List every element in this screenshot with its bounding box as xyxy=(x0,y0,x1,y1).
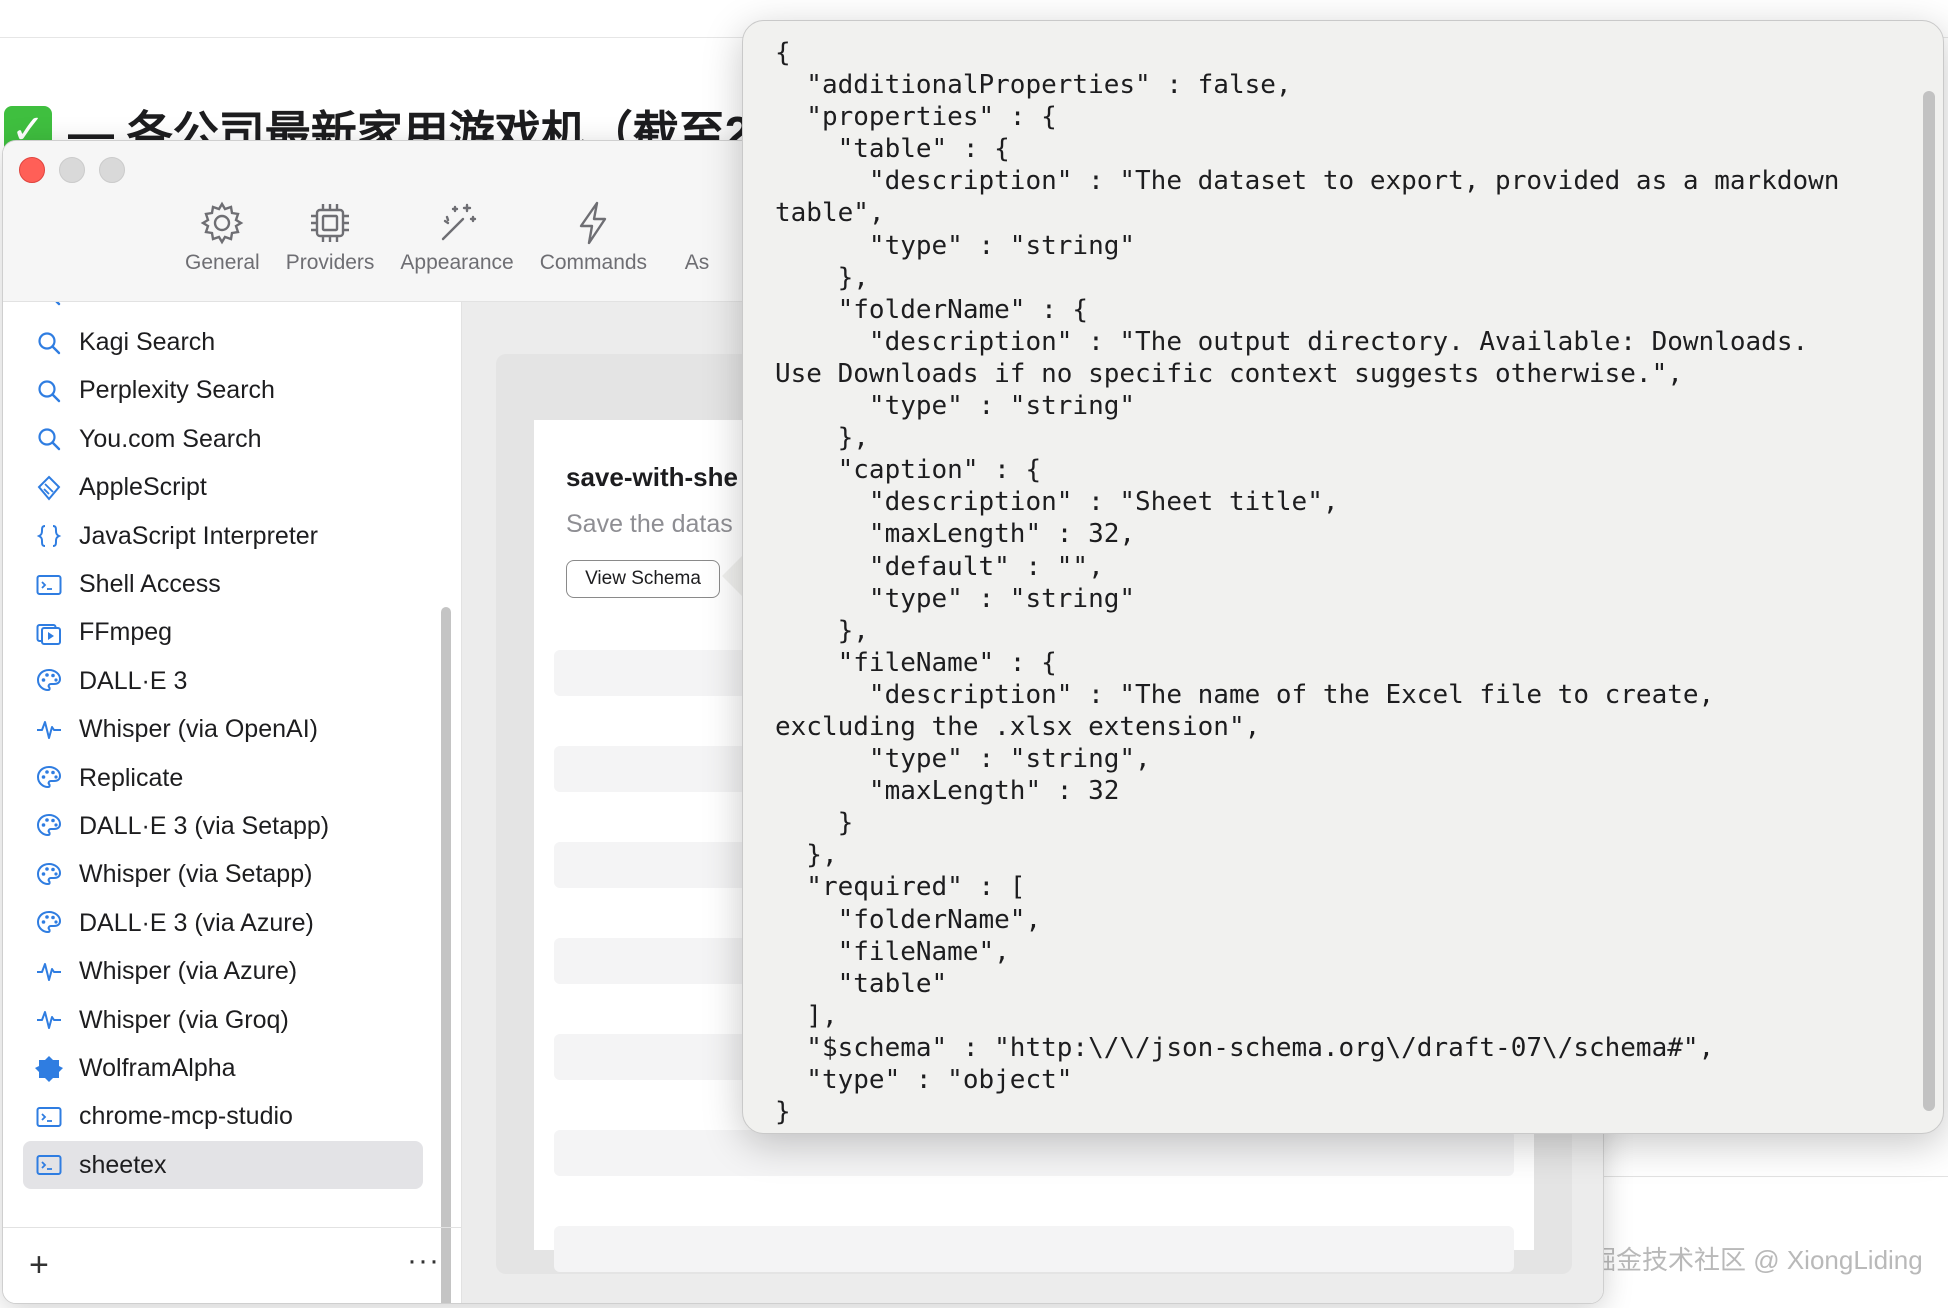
minimize-window-button[interactable] xyxy=(59,157,85,183)
zoom-window-button[interactable] xyxy=(99,157,125,183)
sidebar-item[interactable]: chrome-mcp-studio xyxy=(23,1093,423,1141)
sidebar-item[interactable]: Whisper (via OpenAI) xyxy=(23,706,423,754)
palette-icon xyxy=(35,764,63,792)
sidebar-item[interactable]: You.com Search xyxy=(23,415,423,463)
tool-list[interactable]: Brave Search Kagi Search Perplexity Search… xyxy=(3,302,443,1210)
tab-appearance[interactable]: Appearance xyxy=(387,199,526,299)
tool-description: Save the datas xyxy=(566,510,733,538)
sidebar-item[interactable]: DALL·E 3 xyxy=(23,657,423,705)
magic-wand-icon xyxy=(441,203,477,241)
popover-arrow xyxy=(722,554,744,598)
search-icon xyxy=(35,329,63,357)
sidebar-item-label: Whisper (via Azure) xyxy=(79,957,298,986)
sidebar-item-label: Brave Search xyxy=(79,302,230,309)
close-window-button[interactable] xyxy=(19,157,45,183)
sidebar-item[interactable]: Whisper (via Groq) xyxy=(23,996,423,1044)
settings-toolbar: General Providers Appearance Commands As xyxy=(3,199,734,299)
sidebar-item-label: DALL·E 3 (via Setapp) xyxy=(79,811,330,840)
sidebar-item[interactable]: sheetex xyxy=(23,1141,423,1190)
tab-assistants[interactable]: As xyxy=(660,199,734,299)
waveform-icon xyxy=(35,958,63,986)
sidebar-item[interactable]: Brave Search xyxy=(23,302,423,318)
sidebar-item-label: Whisper (via Setapp) xyxy=(79,860,313,889)
sidebar-item[interactable]: FFmpeg xyxy=(23,609,423,657)
terminal-icon xyxy=(35,571,63,599)
sidebar-footer: + ··· xyxy=(3,1227,461,1303)
sidebar-item-label: sheetex xyxy=(79,1150,167,1179)
tab-providers-label: Providers xyxy=(285,251,375,274)
tool-name: save-with-she xyxy=(566,462,738,492)
gear-icon xyxy=(201,201,244,245)
popover-scrollbar[interactable] xyxy=(1923,91,1935,1111)
lightning-icon xyxy=(580,201,607,245)
tab-general-label: General xyxy=(185,251,260,274)
sidebar-item[interactable]: WolframAlpha xyxy=(23,1044,423,1092)
script-icon xyxy=(35,474,63,502)
sidebar-scrollbar[interactable] xyxy=(441,607,451,1303)
sidebar-item-label: Whisper (via Groq) xyxy=(79,1005,289,1034)
palette-icon xyxy=(35,667,63,695)
sidebar-item-label: Shell Access xyxy=(79,570,221,599)
video-icon xyxy=(35,619,63,647)
sidebar-item-label: Kagi Search xyxy=(79,328,216,357)
sidebar-item-label: Whisper (via OpenAI) xyxy=(79,715,318,744)
sidebar: Brave Search Kagi Search Perplexity Search… xyxy=(3,302,462,1303)
sidebar-item[interactable]: Replicate xyxy=(23,754,423,802)
sidebar-item-label: FFmpeg xyxy=(79,618,173,647)
sidebar-item[interactable]: Shell Access xyxy=(23,560,423,608)
tab-providers[interactable]: Providers xyxy=(273,199,388,299)
search-icon xyxy=(35,302,63,308)
sidebar-item-label: chrome-mcp-studio xyxy=(79,1102,293,1131)
sidebar-item-label: Replicate xyxy=(79,763,184,792)
terminal-icon xyxy=(35,1103,63,1131)
sidebar-item-label: WolframAlpha xyxy=(79,1053,236,1082)
schema-popover: { "additionalProperties" : false, "prope… xyxy=(742,20,1944,1134)
chip-icon xyxy=(311,204,350,242)
sidebar-item[interactable]: Whisper (via Setapp) xyxy=(23,851,423,899)
palette-icon xyxy=(35,861,63,889)
tab-assistants-label: As xyxy=(684,251,710,274)
palette-icon xyxy=(35,909,63,937)
sidebar-item-label: You.com Search xyxy=(79,424,262,453)
schema-json: { "additionalProperties" : false, "prope… xyxy=(775,38,1840,1128)
watermark: 掘金技术社区 @ XiongLiding xyxy=(1590,1245,1923,1275)
add-tool-button[interactable]: + xyxy=(29,1246,49,1285)
waveform-icon xyxy=(35,716,63,744)
setting-row xyxy=(554,1226,1514,1272)
tab-general[interactable]: General xyxy=(3,199,273,299)
wolfram-icon xyxy=(35,1054,63,1083)
sidebar-item-label: AppleScript xyxy=(79,473,207,502)
tab-commands[interactable]: Commands xyxy=(527,199,660,299)
sidebar-item[interactable]: Whisper (via Azure) xyxy=(23,947,423,995)
sidebar-item[interactable]: AppleScript xyxy=(23,464,423,512)
sidebar-item-label: JavaScript Interpreter xyxy=(79,521,318,550)
search-icon xyxy=(35,425,63,453)
tab-commands-label: Commands xyxy=(539,251,648,274)
palette-icon xyxy=(35,812,63,840)
tab-appearance-label: Appearance xyxy=(400,251,514,274)
setting-row xyxy=(554,1130,1514,1176)
sidebar-item[interactable]: DALL·E 3 (via Azure) xyxy=(23,899,423,947)
sidebar-item-label: DALL·E 3 xyxy=(79,666,188,695)
sidebar-item[interactable]: Perplexity Search xyxy=(23,367,423,415)
more-options-button[interactable]: ··· xyxy=(407,1244,440,1278)
search-icon xyxy=(35,377,63,405)
sidebar-item-label: Perplexity Search xyxy=(79,376,275,405)
waveform-icon xyxy=(35,1006,63,1034)
sidebar-item[interactable]: Kagi Search xyxy=(23,318,423,366)
sidebar-item[interactable]: DALL·E 3 (via Setapp) xyxy=(23,802,423,850)
view-schema-button[interactable]: View Schema xyxy=(566,560,720,598)
terminal-icon xyxy=(35,1151,63,1179)
braces-icon xyxy=(35,522,63,550)
sidebar-item[interactable]: JavaScript Interpreter xyxy=(23,512,423,560)
sidebar-item-label: DALL·E 3 (via Azure) xyxy=(79,908,314,937)
